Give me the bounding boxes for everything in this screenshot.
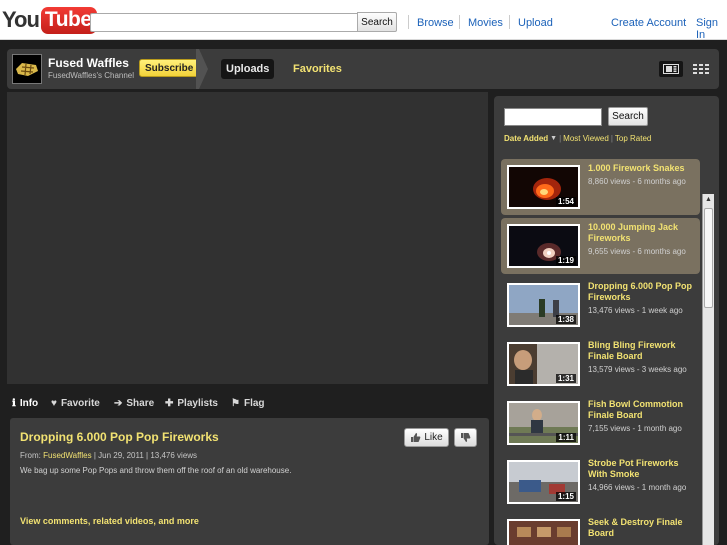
scrollbar-thumb[interactable]	[704, 208, 713, 308]
video-thumbnail[interactable]: 1:31	[507, 342, 580, 386]
video-item-title[interactable]: Bling Bling Firework Finale Board	[588, 340, 700, 362]
list-item[interactable]: 1:31 Bling Bling Firework Finale Board 1…	[501, 336, 700, 392]
sort-date-added[interactable]: Date Added	[504, 134, 548, 143]
chevron-down-icon[interactable]: ▼	[550, 135, 557, 142]
nav-browse[interactable]: Browse	[417, 17, 454, 29]
video-title[interactable]: Dropping 6.000 Pop Pop Fireworks	[20, 430, 219, 444]
sign-in-link[interactable]: Sign In	[696, 17, 727, 41]
list-scrollbar[interactable]: ▲	[702, 194, 714, 545]
nav-upload[interactable]: Upload	[518, 17, 553, 29]
video-item-meta: 8,860 views - 6 months ago	[588, 177, 686, 186]
channel-avatar[interactable]	[12, 54, 42, 84]
plus-icon: ✚	[165, 398, 174, 409]
create-account-link[interactable]: Create Account	[611, 17, 686, 29]
action-info[interactable]: ℹ Info	[12, 398, 38, 409]
channel-search-input[interactable]	[504, 108, 602, 126]
video-thumbnail[interactable]: 1:11	[507, 401, 580, 445]
player-view-button[interactable]	[659, 61, 683, 77]
tab-uploads[interactable]: Uploads	[221, 59, 275, 79]
sort-top-rated[interactable]: Top Rated	[615, 134, 651, 143]
logo-you: You	[2, 7, 40, 32]
action-playlists[interactable]: ✚ Playlists	[165, 398, 218, 409]
scroll-up-arrow-icon[interactable]: ▲	[703, 194, 714, 205]
video-action-bar: ℹ Info ♥ Favorite ➔ Share ✚ Playlists ⚑ …	[7, 394, 488, 416]
list-item[interactable]: 1:38 Dropping 6.000 Pop Pop Fireworks 13…	[501, 277, 700, 333]
video-author-link[interactable]: FusedWaffles	[43, 451, 91, 460]
more-info-link[interactable]: View comments, related videos, and more	[20, 516, 199, 526]
waffle-logo-icon	[16, 63, 38, 76]
channel-name[interactable]: Fused Waffles	[48, 56, 129, 70]
video-thumbnail[interactable]: 1:54	[507, 165, 580, 209]
video-date: Jun 29, 2011	[98, 451, 144, 460]
player-view-icon	[663, 64, 679, 74]
video-item-meta: 7,155 views - 1 month ago	[588, 424, 682, 433]
list-item[interactable]: 1:19 10.000 Jumping Jack Fireworks 9,655…	[501, 218, 700, 274]
list-item[interactable]: 1:15 Strobe Pot Fireworks With Smoke 14,…	[501, 454, 700, 510]
video-item-title[interactable]: Dropping 6.000 Pop Pop Fireworks	[588, 281, 700, 303]
masthead: You Tube Search Browse Movies Upload Cre…	[0, 0, 727, 41]
flag-icon: ⚑	[231, 398, 240, 409]
nav-separator	[509, 15, 510, 29]
nav-movies[interactable]: Movies	[468, 17, 503, 29]
video-duration: 1:31	[555, 374, 576, 383]
list-item[interactable]: Seek & Destroy Finale Board	[501, 513, 700, 545]
uploads-sidebar: Search Date Added ▼ | Most Viewed | Top …	[494, 96, 719, 545]
action-flag[interactable]: ⚑ Flag	[231, 398, 265, 409]
video-item-meta: 13,476 views - 1 week ago	[588, 306, 683, 315]
video-item-meta: 9,655 views - 6 months ago	[588, 247, 686, 256]
video-duration: 1:19	[555, 256, 576, 265]
nav-separator	[459, 15, 460, 29]
heart-icon: ♥	[51, 398, 57, 409]
action-share[interactable]: ➔ Share	[114, 398, 154, 409]
channel-subtitle: FusedWaffles's Channel	[48, 71, 135, 80]
thumbnail-image	[509, 521, 578, 545]
like-button[interactable]: Like	[404, 428, 449, 447]
search-input[interactable]	[90, 13, 358, 32]
video-duration: 1:54	[555, 197, 576, 206]
video-item-title[interactable]: 10.000 Jumping Jack Fireworks	[588, 222, 700, 244]
nav-separator	[408, 15, 409, 29]
video-item-title[interactable]: Strobe Pot Fireworks With Smoke	[588, 458, 700, 480]
video-item-meta: 13,579 views - 3 weeks ago	[588, 365, 687, 374]
share-arrow-icon: ➔	[114, 398, 123, 409]
video-description: We bag up some Pop Pops and throw them o…	[20, 466, 292, 475]
grid-view-icon	[693, 64, 709, 74]
video-info-panel: Dropping 6.000 Pop Pop Fireworks From: F…	[10, 418, 489, 545]
action-favorite[interactable]: ♥ Favorite	[51, 398, 100, 409]
channel-header: Fused Waffles FusedWaffles's Channel Sub…	[7, 49, 719, 89]
youtube-logo[interactable]: You Tube	[2, 5, 97, 35]
list-item[interactable]: 1:11 Fish Bowl Commotion Finale Board 7,…	[501, 395, 700, 451]
video-views: 13,476 views	[150, 451, 198, 460]
dislike-button[interactable]	[454, 428, 477, 447]
video-list: 1:54 1.000 Firework Snakes 8,860 views -…	[501, 156, 700, 545]
video-item-title[interactable]: 1.000 Firework Snakes	[588, 163, 700, 174]
video-thumbnail[interactable]	[507, 519, 580, 545]
header-arrow	[199, 49, 208, 89]
search-button[interactable]: Search	[357, 12, 397, 32]
thumbs-up-icon	[411, 433, 421, 442]
video-thumbnail[interactable]: 1:19	[507, 224, 580, 268]
grid-view-button[interactable]	[689, 61, 713, 77]
video-item-title[interactable]: Seek & Destroy Finale Board	[588, 517, 700, 539]
video-duration: 1:15	[555, 492, 576, 501]
video-item-meta: 14,966 views - 1 month ago	[588, 483, 687, 492]
video-thumbnail[interactable]: 1:38	[507, 283, 580, 327]
sort-options: Date Added ▼ | Most Viewed | Top Rated	[504, 134, 652, 143]
list-item[interactable]: 1:54 1.000 Firework Snakes 8,860 views -…	[501, 159, 700, 215]
subscribe-button[interactable]: Subscribe	[139, 59, 200, 77]
tab-favorites[interactable]: Favorites	[293, 63, 342, 75]
video-byline: From: FusedWaffles | Jun 29, 2011 | 13,4…	[20, 451, 198, 460]
video-thumbnail[interactable]: 1:15	[507, 460, 580, 504]
sort-most-viewed[interactable]: Most Viewed	[563, 134, 609, 143]
channel-page: Fused Waffles FusedWaffles's Channel Sub…	[0, 40, 727, 545]
channel-search-button[interactable]: Search	[608, 107, 648, 126]
video-item-title[interactable]: Fish Bowl Commotion Finale Board	[588, 399, 700, 421]
video-duration: 1:11	[556, 433, 576, 442]
info-icon: ℹ	[12, 398, 16, 409]
logo-tube: Tube	[40, 6, 97, 34]
video-player[interactable]	[7, 92, 488, 384]
thumbs-down-icon	[461, 433, 471, 442]
video-duration: 1:38	[555, 315, 576, 324]
